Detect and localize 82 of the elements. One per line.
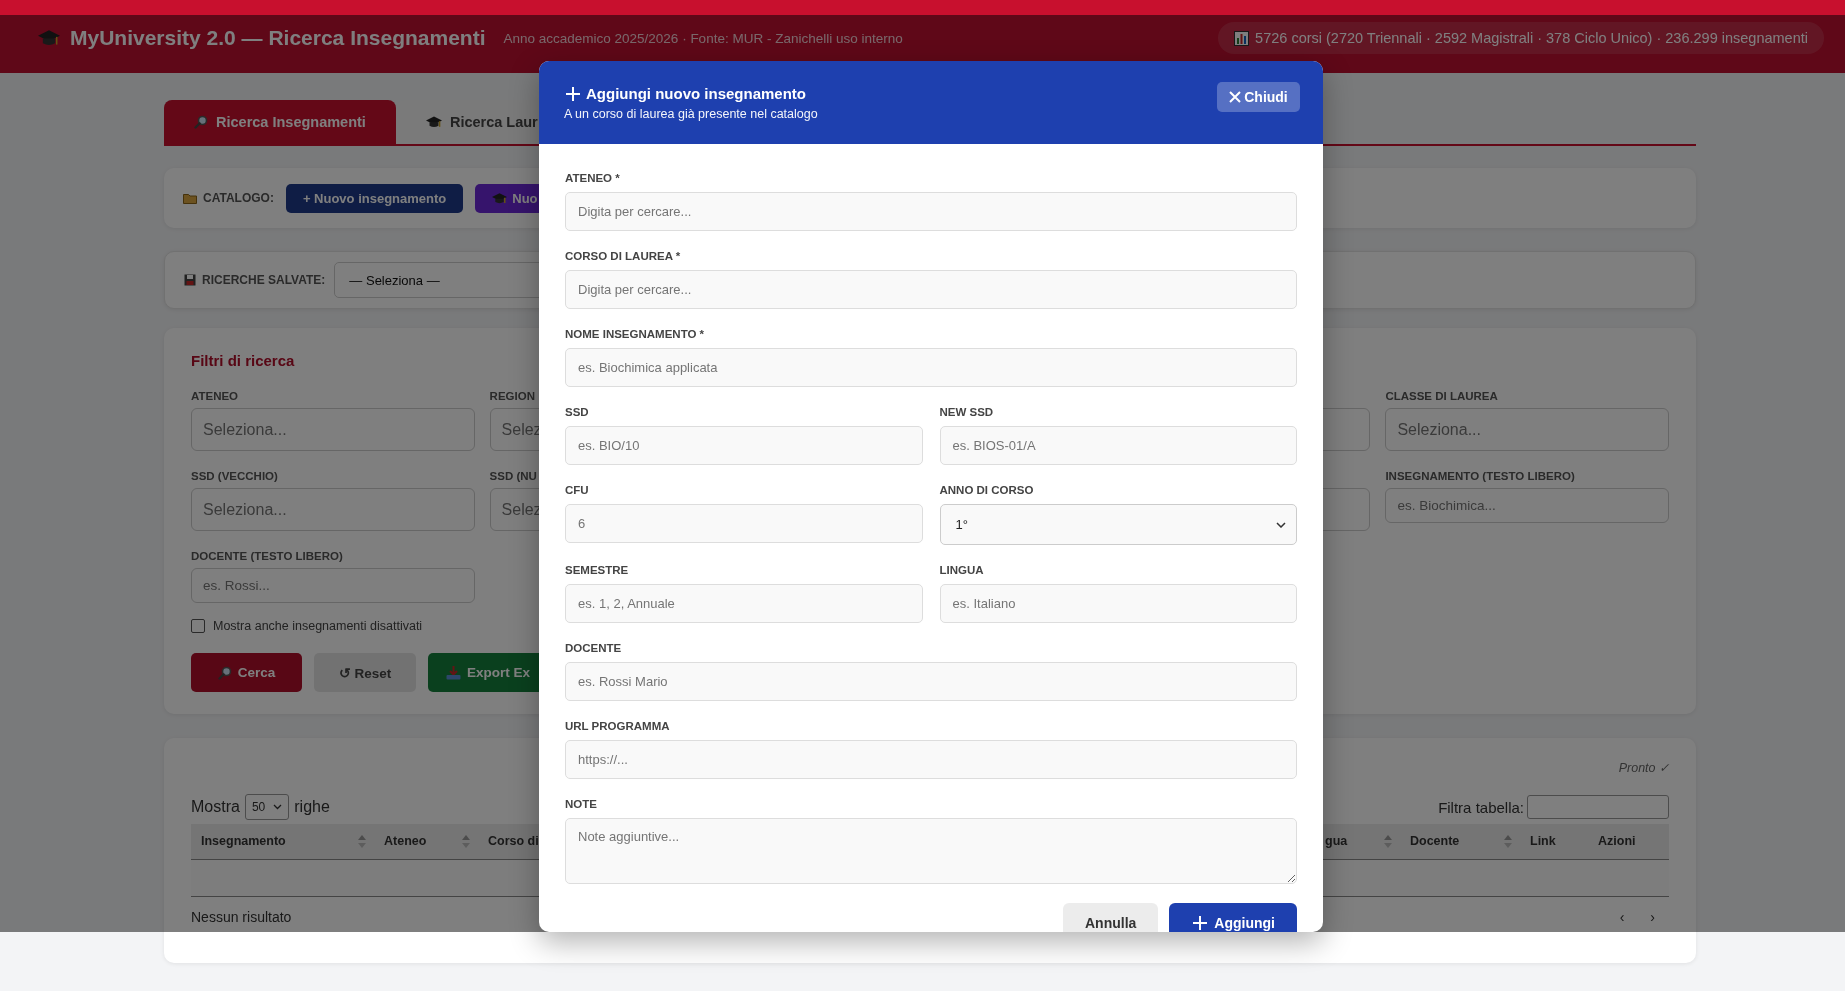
- text-input[interactable]: 6: [565, 504, 923, 543]
- close-button[interactable]: Chiudi: [1217, 81, 1300, 112]
- graduation-cap-icon: [425, 114, 442, 130]
- pager-link[interactable]: ‹: [1619, 908, 1625, 925]
- text-input[interactable]: es. BIO/10: [565, 426, 923, 465]
- year-select[interactable]: 1°: [939, 504, 1297, 545]
- filter-table-input[interactable]: [1527, 795, 1669, 819]
- filter-label: REGION: [489, 390, 536, 403]
- filter-label: DOCENTE (TESTO LIBERO): [191, 550, 344, 563]
- filter-label: SSD (NU: [489, 470, 538, 483]
- bar-chart-icon: [1234, 30, 1250, 46]
- text-input[interactable]: Digita per cercare...: [565, 192, 1297, 231]
- checkbox-label: Mostra anche insegnamenti disattivati: [213, 619, 423, 633]
- tab[interactable]: Ricerca Insegnamenti: [164, 100, 396, 144]
- field-label: URL PROGRAMMA: [565, 720, 671, 734]
- modal-title: Aggiungi nuovo insegnamento: [586, 85, 806, 102]
- filter-label: ATENEO: [191, 390, 240, 403]
- empty-message: Nessun risultato: [191, 908, 292, 925]
- column-header[interactable]: Docente: [1400, 824, 1520, 859]
- checkbox[interactable]: [191, 619, 205, 633]
- search-icon: [194, 115, 208, 129]
- field-label: LINGUA: [939, 564, 985, 578]
- field-label: SSD: [565, 406, 590, 420]
- sort-arrows-icon: [462, 835, 470, 848]
- text-input[interactable]: es. Italiano: [939, 584, 1297, 623]
- close-icon: [1229, 90, 1242, 103]
- plus-icon: [1191, 914, 1210, 932]
- filter-label: CLASSE DI LAUREA: [1385, 390, 1499, 403]
- status-text: Pronto ✓: [1618, 761, 1669, 775]
- filter-label: INSEGNAMENTO (TESTO LIBERO): [1385, 470, 1576, 483]
- sort-arrows-icon: [1384, 835, 1392, 848]
- filters-title: Filtri di ricerca: [191, 352, 295, 369]
- search-icon: [217, 665, 232, 680]
- filter-select[interactable]: Seleziona...: [1385, 408, 1669, 451]
- notes-textarea[interactable]: Note aggiuntive...: [565, 818, 1297, 884]
- add-button[interactable]: Aggiungi: [1169, 903, 1297, 932]
- folder-icon: [183, 192, 197, 204]
- chevron-down-icon: [1276, 521, 1286, 528]
- page-size-select[interactable]: 50: [244, 794, 290, 820]
- field-label: ANNO DI CORSO: [939, 484, 1035, 498]
- filter-input[interactable]: es. Biochimica...: [1385, 488, 1669, 523]
- filter-select[interactable]: Seleziona...: [191, 408, 475, 451]
- pager-link[interactable]: ›: [1650, 908, 1655, 925]
- chevron-down-icon: [273, 804, 283, 810]
- filter-select[interactable]: Seleziona...: [191, 488, 475, 531]
- tray-icon: [446, 665, 461, 680]
- new-item-button[interactable]: + Nuovo insegnamento: [285, 183, 464, 213]
- reset-button[interactable]: ↺ Reset: [314, 653, 416, 692]
- column-header: Azioni: [1588, 824, 1669, 859]
- text-input[interactable]: es. BIOS-01/A: [939, 426, 1297, 465]
- text-input[interactable]: es. 1, 2, Annuale: [565, 584, 923, 623]
- text-input[interactable]: https://...: [565, 740, 1297, 779]
- field-label: NOTE: [565, 798, 598, 812]
- filter-label: SSD (VECCHIO): [191, 470, 279, 483]
- saved-searches-label: RICERCHE SALVATE:: [184, 273, 326, 287]
- catalog-label: CATALOGO:: [183, 191, 274, 205]
- column-header: Link: [1520, 824, 1588, 859]
- field-label: NEW SSD: [939, 406, 995, 420]
- column-header[interactable]: Insegnamento: [191, 824, 374, 859]
- text-input[interactable]: es. Biochimica applicata: [565, 348, 1297, 387]
- plus-icon: [564, 84, 582, 103]
- sort-arrows-icon: [358, 835, 366, 848]
- column-header[interactable]: Ateneo: [374, 824, 478, 859]
- sort-arrows-icon: [1504, 835, 1512, 848]
- app-title: MyUniversity 2.0 — Ricerca Insegnamenti: [70, 26, 486, 50]
- field-label: NOME INSEGNAMENTO *: [565, 328, 706, 342]
- field-label: CFU: [565, 484, 590, 498]
- rows-label: righe: [294, 798, 330, 816]
- search-button[interactable]: Cerca: [191, 653, 302, 692]
- field-label: SEMESTRE: [565, 564, 630, 578]
- show-label: Mostra: [191, 798, 240, 816]
- filter-table-label: Filtra tabella:: [1438, 798, 1524, 816]
- field-label: ATENEO *: [565, 172, 621, 186]
- header-subtitle: Anno accademico 2025/2026 · Fonte: MUR - Zanichelli uso interno: [503, 30, 903, 46]
- graduation-cap-icon: [492, 190, 508, 206]
- field-label: CORSO DI LAUREA *: [565, 250, 682, 264]
- stats-text: 5726 corsi (2720 Triennali · 2592 Magistrali · 378 Ciclo Unico) · 236.299 insegnamenti: [1255, 30, 1808, 46]
- filter-input[interactable]: es. Rossi...: [191, 568, 475, 603]
- text-input[interactable]: es. Rossi Mario: [565, 662, 1297, 701]
- text-input[interactable]: Digita per cercare...: [565, 270, 1297, 309]
- cancel-button[interactable]: Annulla: [1063, 903, 1159, 932]
- field-label: DOCENTE: [565, 642, 623, 656]
